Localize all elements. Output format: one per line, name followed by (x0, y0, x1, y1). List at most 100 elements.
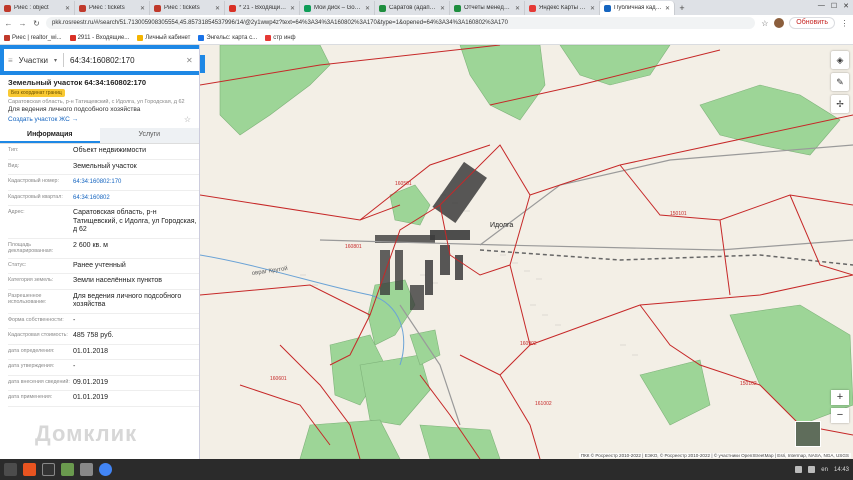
tab-close-icon[interactable]: ✕ (665, 5, 670, 12)
attribute-row: Кадастровая стоимость: 485 758 руб. (8, 329, 199, 345)
bookmark-star-icon[interactable]: ☆ (760, 19, 769, 28)
minimize-icon[interactable]: — (818, 2, 825, 10)
favorite-star-icon[interactable]: ☆ (184, 115, 191, 124)
attribute-list: Тип: Объект недвижимости Вид: Земельный уча… (0, 144, 199, 407)
tab-favicon-icon (304, 4, 311, 12)
bookmark-item[interactable]: Личный кабинет (137, 34, 190, 41)
search-input[interactable] (70, 55, 181, 65)
update-button[interactable]: Обновить (789, 17, 835, 29)
attribute-value[interactable]: 64:34:160802 (73, 194, 110, 203)
new-tab-button[interactable]: + (675, 1, 689, 15)
profile-avatar[interactable] (774, 18, 785, 28)
browser-tab[interactable]: Мой диск – Google ✕ (300, 1, 375, 15)
village-label: Идолга (490, 222, 513, 229)
reload-icon[interactable]: ↻ (32, 19, 41, 28)
tab-title: Риес : tickets (89, 5, 125, 11)
tab-close-icon[interactable]: ✕ (365, 5, 370, 12)
bookmark-item[interactable]: Энгельс: карта с... (198, 34, 257, 41)
map-toolbar: ◈ ✎ ✢ (831, 51, 849, 113)
zoom-in-button[interactable]: + (831, 390, 849, 405)
create-parcel-link[interactable]: Создать участок ЖС → (8, 116, 78, 123)
attribute-key: Кадастровая стоимость: (8, 332, 68, 338)
network-icon[interactable] (795, 466, 803, 473)
browser-tab[interactable]: Отчеты менеджеро✕ (450, 1, 525, 15)
bookmark-favicon-icon (4, 34, 10, 41)
panel-tabs: Информация Услуги (0, 128, 199, 144)
window-controls: — ☐ ✕ (818, 2, 849, 10)
volume-icon[interactable] (808, 466, 816, 473)
back-icon[interactable]: ← (4, 19, 13, 28)
menu-burger-icon[interactable]: ≡ (8, 56, 13, 65)
bookmark-label: Риес | realtor_wi... (12, 34, 62, 41)
app-icon[interactable] (80, 463, 93, 476)
browser-tab[interactable]: Саратов (адаптацио✕ (375, 1, 450, 15)
tab-services[interactable]: Услуги (99, 128, 199, 143)
attribute-key: Категория земель: (8, 277, 54, 283)
address-bar: ← → ↻ pkk.rosreestr.ru/#/search/51.71300… (0, 15, 853, 31)
search-mode-select[interactable]: Участки (19, 56, 48, 65)
tab-favicon-icon (154, 4, 161, 12)
attribute-key: Форма собственности: (8, 316, 64, 323)
object-use: Для ведения личного подсобного хозяйства (8, 106, 141, 113)
bookmark-item[interactable]: Риес | realtor_wi... (4, 34, 62, 41)
forward-icon[interactable]: → (18, 19, 27, 28)
bookmark-favicon-icon (265, 34, 272, 41)
start-menu-icon[interactable] (4, 463, 17, 476)
close-window-icon[interactable]: ✕ (843, 2, 849, 10)
browser-tab[interactable]: Публичная кадастр✕ (600, 1, 675, 15)
system-tray: en 14:43 (795, 466, 849, 473)
attribute-row: дата внесения сведений: 09.01.2019 (8, 376, 199, 391)
tab-close-icon[interactable]: ✕ (290, 5, 295, 12)
files-icon[interactable] (61, 463, 74, 476)
attribute-value: Ранее учтенный (73, 261, 126, 269)
tab-close-icon[interactable]: ✕ (65, 5, 70, 12)
attribute-row: дата применения: 01.01.2019 (8, 391, 199, 407)
browser-tab[interactable]: Риес : tickets ✕ (75, 1, 150, 15)
browser-tab[interactable]: * 21 - Входящие — ✕ (225, 1, 300, 15)
clear-icon[interactable]: ✕ (186, 56, 193, 65)
tab-close-icon[interactable]: ✕ (515, 5, 520, 12)
chevron-down-icon[interactable]: ▾ (54, 57, 57, 64)
search-box: ≡ Участки ▾ ✕ ⚲ (4, 49, 199, 71)
maximize-icon[interactable]: ☐ (831, 2, 837, 10)
measure-icon[interactable]: ✢ (831, 95, 849, 113)
tab-close-icon[interactable]: ✕ (140, 5, 145, 12)
browser-tab[interactable]: Риес : tickets ✕ (150, 1, 225, 15)
clock[interactable]: 14:43 (834, 467, 849, 473)
tab-info[interactable]: Информация (0, 128, 100, 143)
tab-close-icon[interactable]: ✕ (215, 5, 220, 12)
update-button-label: Обновить (796, 19, 828, 26)
browser-tab[interactable]: Риес : object ✕ (0, 1, 75, 15)
bookmark-item[interactable]: стр инф (265, 34, 296, 41)
bookmark-favicon-icon (198, 34, 205, 41)
attribute-row: Тип: Объект недвижимости (8, 144, 199, 160)
basemap-switcher[interactable] (795, 421, 821, 447)
panel-toggle-tab[interactable] (200, 55, 205, 73)
railway (479, 249, 853, 266)
edit-pencil-icon[interactable]: ✎ (831, 73, 849, 91)
zoom-out-button[interactable]: − (831, 408, 849, 423)
tab-close-icon[interactable]: ✕ (590, 5, 595, 12)
menu-icon[interactable]: ⋮ (840, 19, 849, 28)
terminal-icon[interactable] (42, 463, 55, 476)
cadastral-map[interactable]: 160501 160801 160902 161002 150101 150102 1606… (200, 45, 853, 459)
chrome-icon[interactable] (99, 463, 112, 476)
attribute-value: Земельный участок (73, 162, 137, 170)
url-field[interactable]: pkk.rosreestr.ru/#/search/51.71300590830… (46, 17, 756, 29)
keyboard-layout[interactable]: en (821, 467, 828, 473)
bookmark-item[interactable]: 2911 - Входящие... (69, 34, 129, 41)
object-address: Саратовская область, р-н Татищевский, с … (8, 99, 185, 105)
attribute-key: дата определения: (8, 347, 55, 354)
ubuntu-icon[interactable] (23, 463, 36, 476)
os-taskbar: en 14:43 (0, 459, 853, 480)
attribute-row: дата определения: 01.01.2018 (8, 345, 199, 360)
tab-title: * 21 - Входящие — (239, 5, 287, 11)
map-canvas[interactable]: 160501 160801 160902 161002 150101 150102 1606… (200, 45, 853, 459)
tab-favicon-icon (79, 4, 86, 12)
tab-close-icon[interactable]: ✕ (440, 5, 445, 12)
attribute-value[interactable]: 64:34:160802:170 (73, 178, 121, 187)
browser-tab[interactable]: Яндекс Карты — пр✕ (525, 1, 600, 15)
parcel-number-label: 150102 (740, 381, 757, 387)
attribute-key: Адрес: (8, 209, 25, 215)
layers-icon[interactable]: ◈ (831, 51, 849, 69)
